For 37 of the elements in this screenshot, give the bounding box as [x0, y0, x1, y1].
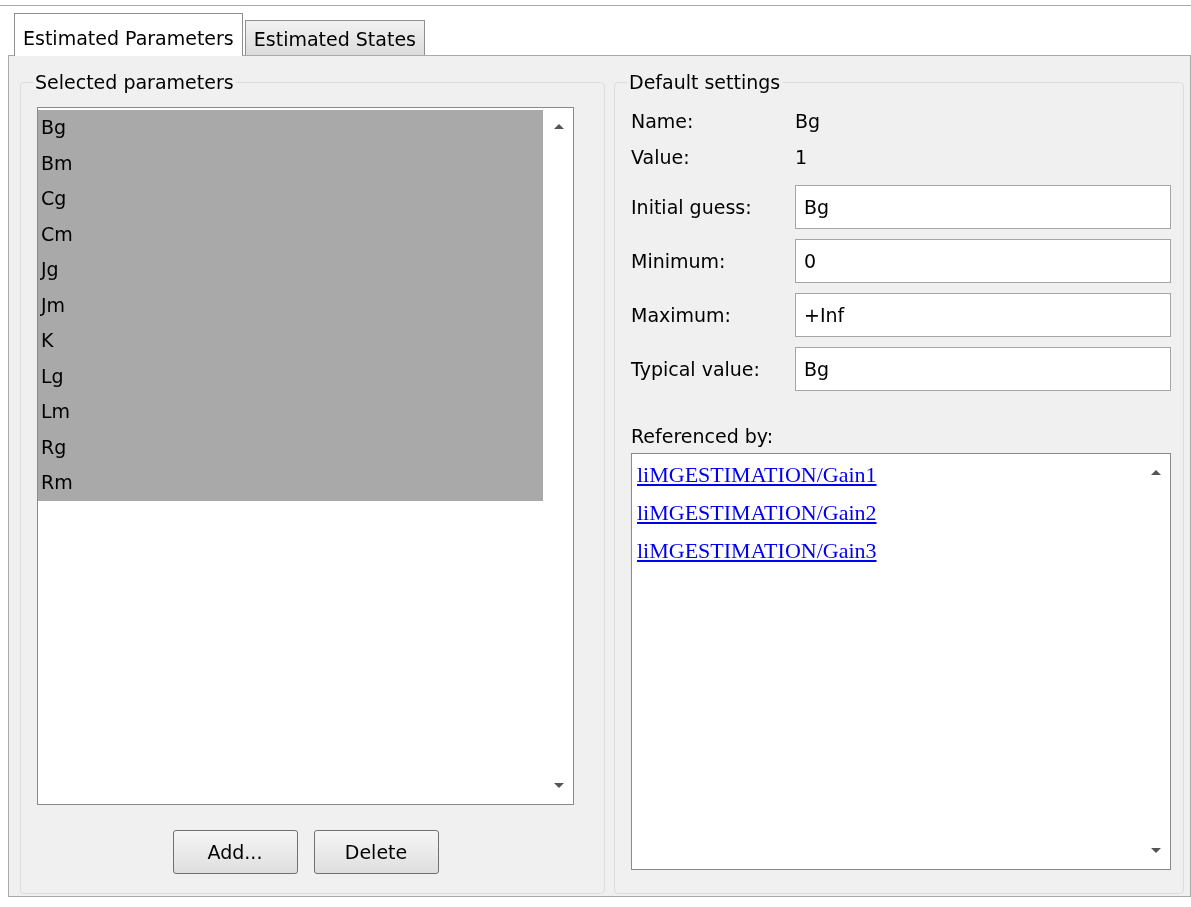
list-item[interactable]: Bg: [38, 110, 543, 146]
field-value: Bg: [795, 110, 821, 132]
field-label: Value:: [631, 146, 691, 168]
group-title: Selected parameters: [35, 71, 234, 93]
list-item[interactable]: Lg: [38, 358, 543, 394]
action-button[interactable]: Add...: [172, 830, 298, 874]
field-label: Typical value:: [631, 358, 761, 380]
field-label: Minimum:: [631, 250, 727, 272]
list-item[interactable]: Jm: [38, 287, 543, 323]
field-label: Initial guess:: [631, 196, 753, 218]
input-field[interactable]: 0: [795, 239, 1171, 283]
input-field[interactable]: Bg: [795, 347, 1171, 391]
list-item[interactable]: Rg: [38, 429, 543, 465]
tab[interactable]: Estimated States: [244, 20, 425, 55]
link[interactable]: liMGESTIMATION/Gain2: [632, 494, 877, 532]
list-item[interactable]: Jg: [38, 252, 543, 288]
scroll-up-icon[interactable]: [553, 122, 565, 130]
list-item[interactable]: K: [38, 323, 543, 359]
input-field[interactable]: Bg: [795, 185, 1171, 229]
tab[interactable]: Estimated Parameters: [14, 13, 243, 56]
field-label: Maximum:: [631, 304, 733, 326]
link[interactable]: liMGESTIMATION/Gain1: [632, 456, 877, 494]
field-label: Name:: [631, 110, 695, 132]
list-item[interactable]: Cg: [38, 181, 543, 217]
group-title: Default settings: [629, 71, 781, 93]
list-item[interactable]: Rm: [38, 465, 543, 501]
list-item[interactable]: Lm: [38, 394, 543, 430]
scroll-up-icon[interactable]: [1150, 468, 1162, 476]
scroll-down-icon[interactable]: [553, 782, 565, 790]
link[interactable]: liMGESTIMATION/Gain3: [632, 532, 877, 570]
input-field[interactable]: +Inf: [795, 293, 1171, 337]
field-value: 1: [795, 146, 808, 168]
field-label: Referenced by:: [631, 425, 774, 447]
scroll-down-icon[interactable]: [1150, 847, 1162, 855]
action-button[interactable]: Delete: [313, 830, 439, 874]
list-item[interactable]: Cm: [38, 216, 543, 252]
list-item[interactable]: Bm: [38, 145, 543, 181]
